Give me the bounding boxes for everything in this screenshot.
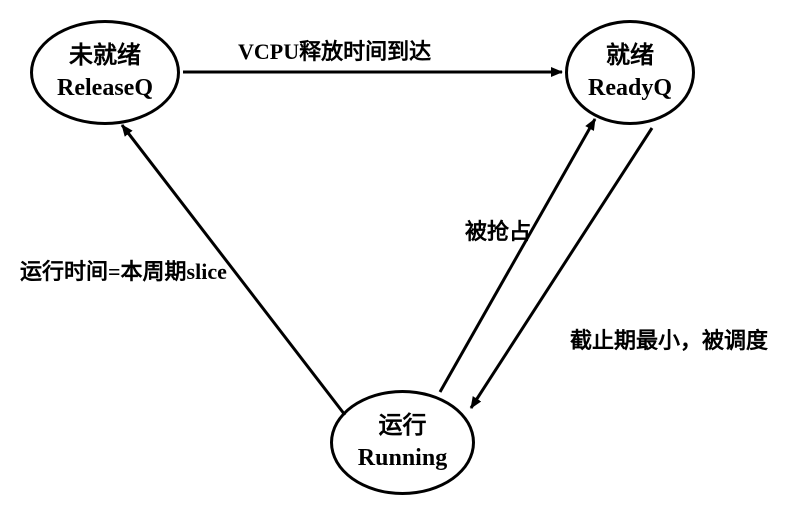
state-running-label-cn: 运行 (379, 411, 427, 442)
state-running-label-en: Running (358, 443, 447, 474)
state-running: 运行 Running (330, 390, 475, 495)
state-releaseq-label-cn: 未就绪 (69, 41, 141, 72)
edge-label-running-to-ready: 被抢占 (465, 214, 531, 246)
edge-label-release-to-ready: VCPU释放时间到达 (238, 34, 431, 66)
state-releaseq-label-en: ReleaseQ (57, 73, 153, 104)
state-readyq-label-en: ReadyQ (588, 73, 672, 104)
state-readyq: 就绪 ReadyQ (565, 20, 695, 125)
edge-label-running-to-release: 运行时间=本周期slice (20, 254, 227, 286)
edge-label-ready-to-running: 截止期最小，被调度 (570, 323, 768, 355)
state-releaseq: 未就绪 ReleaseQ (30, 20, 180, 125)
state-readyq-label-cn: 就绪 (606, 41, 654, 72)
arrow-ready-to-running (471, 128, 652, 408)
